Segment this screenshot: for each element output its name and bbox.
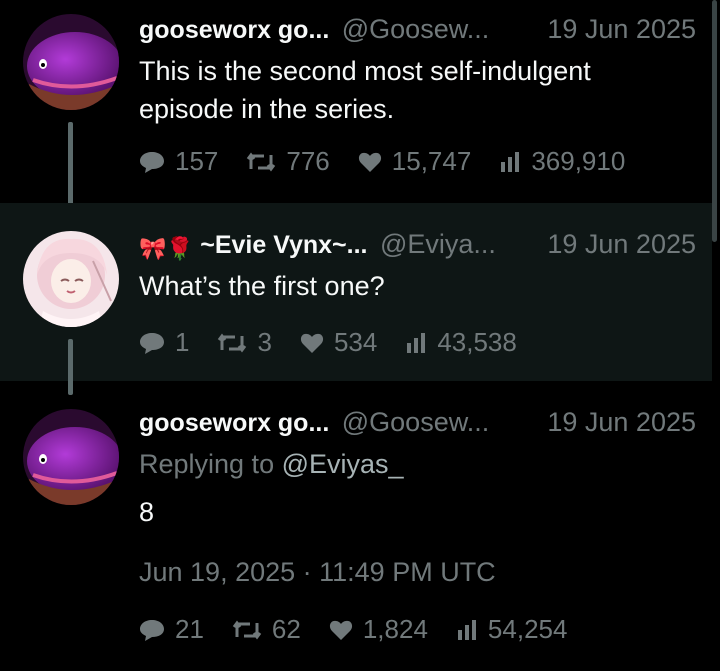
heart-icon [300,333,324,353]
tweet-text: 8 [139,497,155,527]
like-button[interactable]: 534 [300,327,377,358]
tweet-header: gooseworx go... @Goosew... 19 Jun 2025 [139,12,696,46]
display-name[interactable]: gooseworx go... [139,16,329,44]
retweet-icon [232,620,262,639]
retweet-icon [218,333,247,352]
reply-count: 21 [175,614,204,644]
retweet-count: 62 [271,614,301,644]
views-bar-icon [407,332,426,353]
retweet-icon [247,152,276,171]
tweet-date[interactable]: 19 Jun 2025 [547,227,696,261]
like-button[interactable]: 15,747 [358,146,472,177]
tweet-actions: 21 62 1,824 54,254 [139,614,595,645]
avatar[interactable] [23,14,119,110]
retweet-button[interactable]: 62 [232,614,301,645]
like-button[interactable]: 1,824 [329,614,428,645]
tweet[interactable]: gooseworx go... @Goosew... 19 Jun 2025 R… [0,381,712,671]
display-name[interactable]: gooseworx go... [139,409,329,437]
retweet-count: 3 [257,327,272,357]
display-name[interactable]: ~Evie Vynx~... [200,231,367,259]
replying-to: Replying to @Eviyas_ [139,445,696,483]
reply-bubble-icon [140,151,164,173]
views-bar-icon [457,619,476,640]
heart-icon [358,152,381,172]
tweet-date[interactable]: 19 Jun 2025 [547,405,696,439]
view-count: 369,910 [531,146,626,176]
views-button[interactable]: 54,254 [456,614,568,645]
reply-count: 1 [175,327,190,357]
reply-button[interactable]: 1 [139,327,189,358]
tweet-actions: 157 776 15,747 369,910 [139,146,653,177]
view-count: 43,538 [437,327,517,357]
retweet-button[interactable]: 776 [246,146,330,177]
views-bar-icon [501,151,520,172]
tweet-header: gooseworx go... @Goosew... 19 Jun 2025 [139,405,696,439]
like-count: 1,824 [362,614,428,644]
view-count: 54,254 [487,614,568,644]
like-count: 15,747 [391,146,472,176]
tweet-date[interactable]: 19 Jun 2025 [547,12,696,46]
handle[interactable]: @Goosew... [342,14,489,44]
replying-to-label: Replying to [139,449,282,479]
reply-count: 157 [175,146,219,176]
retweet-count: 776 [286,146,330,176]
views-button[interactable]: 43,538 [405,327,517,358]
mention-link[interactable]: @Eviyas_ [282,449,404,479]
tweet[interactable]: 🎀🌹 ~Evie Vynx~... @Eviya... 19 Jun 2025 … [0,203,712,395]
tweet-text: What’s the first one? [139,271,385,301]
reply-bubble-icon [140,332,164,354]
views-button[interactable]: 369,910 [499,146,625,177]
name-emoji: 🎀🌹 [139,235,194,261]
reply-bubble-icon [140,619,164,641]
tweet-text-line: episode in the series. [139,94,395,124]
handle[interactable]: @Eviya... [380,229,496,259]
reply-button[interactable]: 157 [139,146,218,177]
tweet[interactable]: gooseworx go... @Goosew... 19 Jun 2025 T… [0,0,712,217]
tweet-timestamp[interactable]: Jun 19, 2025 · 11:49 PM UTC [139,557,496,588]
tweet-text-line: This is the second most self-indulgent [139,56,591,86]
tweet-text: This is the second most self-indulgent e… [139,52,696,128]
avatar[interactable] [23,231,119,327]
reply-button[interactable]: 21 [139,614,204,645]
avatar[interactable] [23,409,119,505]
tweet-actions: 1 3 534 43,538 [139,327,545,358]
handle[interactable]: @Goosew... [342,407,489,437]
like-count: 534 [333,327,378,357]
retweet-button[interactable]: 3 [217,327,272,358]
scrollbar[interactable] [712,0,717,242]
heart-icon [329,620,352,640]
tweet-header: 🎀🌹 ~Evie Vynx~... @Eviya... 19 Jun 2025 [139,227,696,261]
